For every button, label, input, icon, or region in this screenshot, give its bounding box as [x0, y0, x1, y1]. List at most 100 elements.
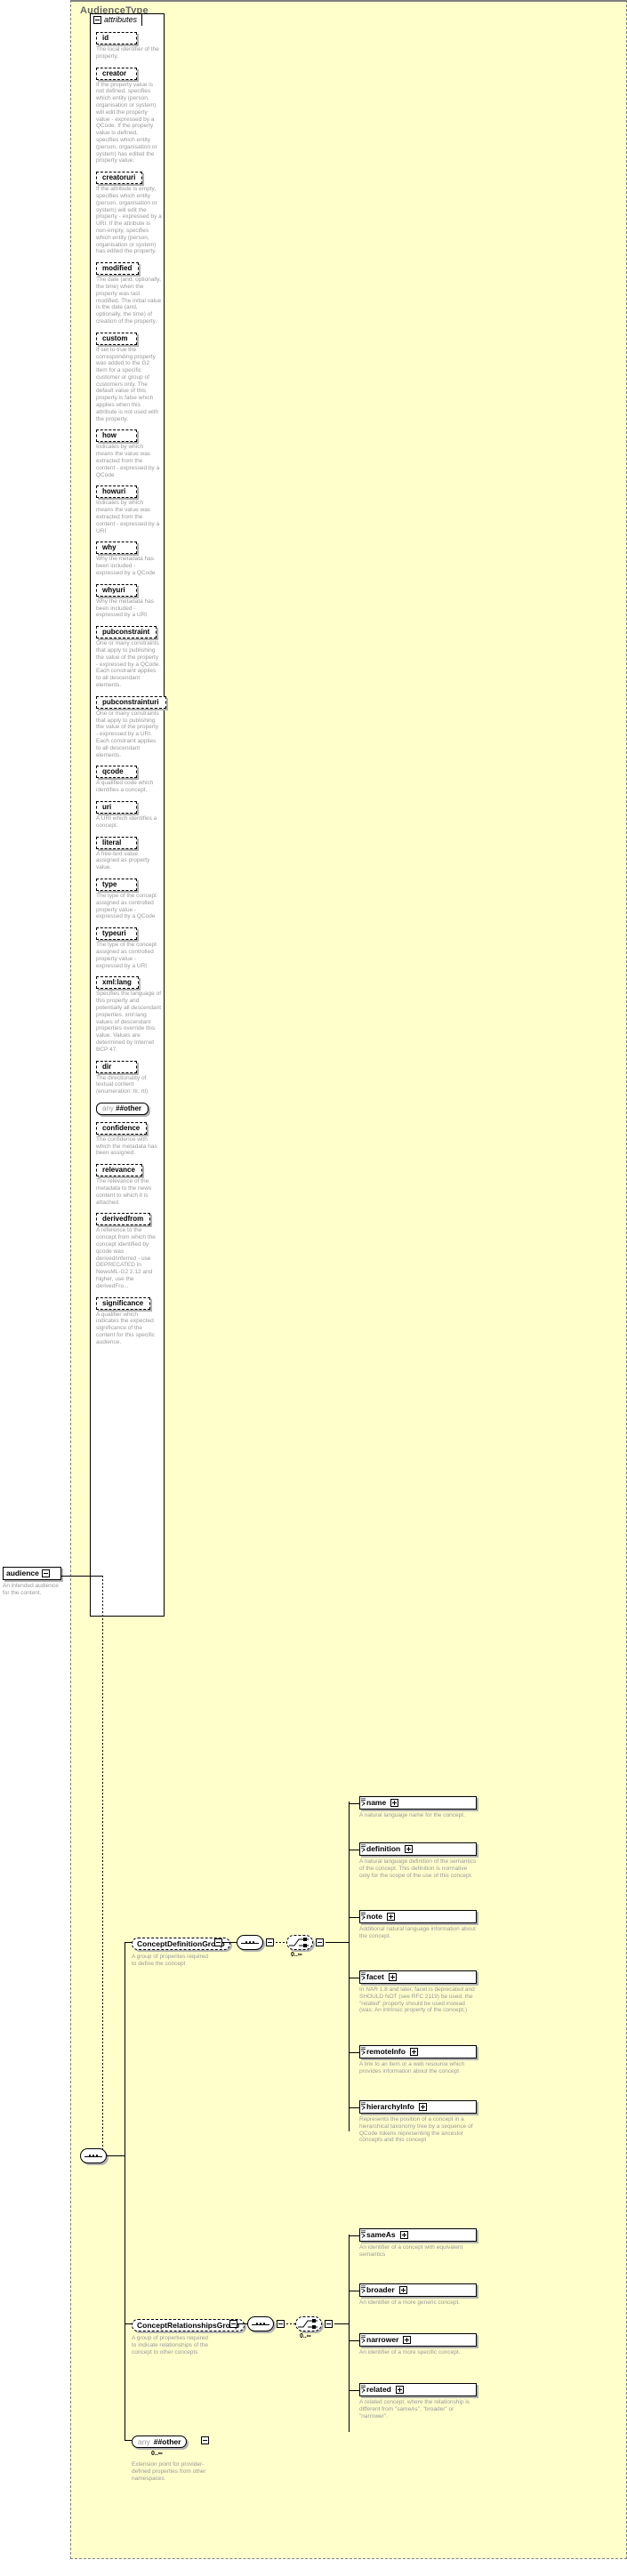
- element-label: definition: [366, 1844, 400, 1854]
- conceptrelationshipsgroup-description: A group of properties required to indica…: [132, 2335, 208, 2355]
- attribute-chip[interactable]: id: [96, 32, 137, 44]
- attribute-item: whyWhy the metadata has been included - …: [96, 538, 164, 576]
- connector-to-any-extension: [125, 2440, 132, 2441]
- expand-plus-icon[interactable]: [405, 1845, 413, 1853]
- audience-element-box[interactable]: audience: [3, 1567, 61, 1580]
- attribute-chip[interactable]: confidence: [96, 1122, 147, 1135]
- element-box[interactable]: ↗broader: [359, 2283, 477, 2297]
- attribute-chip[interactable]: significance: [96, 1297, 150, 1310]
- any-extension-chip[interactable]: any ##other: [132, 2436, 187, 2448]
- attribute-chip[interactable]: derivedfrom: [96, 1213, 150, 1225]
- expand-plus-icon[interactable]: [419, 2103, 427, 2111]
- reference-arrow-icon: ↗: [361, 2291, 366, 2295]
- crg-choice-compositor[interactable]: [295, 2316, 322, 2331]
- element-definition[interactable]: ↗definitionA natural language definition…: [359, 1842, 477, 1879]
- attribute-chip[interactable]: how: [96, 429, 137, 442]
- cdg-choice-occurs-label: 0..∞: [291, 1952, 302, 1958]
- element-related[interactable]: ↗related A related concept, where the rel…: [359, 2383, 477, 2420]
- conceptrelationshipsgroup-chip[interactable]: ConceptRelationshipsGroup: [132, 2319, 245, 2331]
- element-label: remoteInfo: [366, 2047, 406, 2057]
- root-sequence-compositor[interactable]: [80, 2148, 107, 2163]
- cdg-choice-compositor[interactable]: [286, 1935, 313, 1950]
- crg-choice-collapse-icon[interactable]: [325, 2320, 333, 2328]
- attribute-chip[interactable]: why: [96, 542, 137, 554]
- element-box[interactable]: ↗sameAs: [359, 2228, 477, 2242]
- element-description: A related concept, where the relationshi…: [359, 2399, 477, 2420]
- attribute-chip[interactable]: howuri: [96, 486, 137, 498]
- element-box[interactable]: ↗note: [359, 1910, 477, 1923]
- element-broader[interactable]: ↗broader An identifier of a more generic …: [359, 2283, 477, 2307]
- attribute-description: The date (and, optionally, the time) whe…: [96, 277, 162, 325]
- expand-plus-icon[interactable]: [387, 1913, 395, 1921]
- element-description: An identifier of a more generic concept.: [359, 2299, 477, 2307]
- attribute-item: typeuriThe type of the concept assigned …: [96, 924, 164, 969]
- attributes-label: attributes: [104, 16, 137, 24]
- choice-icon: [287, 1936, 312, 1949]
- expand-plus-icon[interactable]: [403, 2336, 411, 2344]
- element-narrower[interactable]: ↗narrowerAn identifier of a more specifi…: [359, 2333, 477, 2356]
- attribute-chip[interactable]: whyuri: [96, 584, 137, 597]
- element-box[interactable]: ↗hierarchyInfo: [359, 2100, 477, 2114]
- element-remoteinfo[interactable]: ↗remoteInfoA link to an item or a web re…: [359, 2045, 477, 2075]
- attribute-chip[interactable]: qcode: [96, 766, 137, 778]
- element-hierarchyinfo[interactable]: ↗hierarchyInfoRepresents the position of…: [359, 2100, 477, 2144]
- element-box[interactable]: ↗name: [359, 1796, 477, 1810]
- attribute-chip[interactable]: uri: [96, 801, 137, 814]
- any-keyword-label: any: [102, 1104, 114, 1112]
- attribute-description: A free-text value assigned as property v…: [96, 851, 162, 871]
- cdg-choice-collapse-icon[interactable]: [316, 1938, 324, 1946]
- attribute-chip[interactable]: creator: [96, 68, 137, 80]
- element-box[interactable]: ↗definition: [359, 1842, 477, 1856]
- attribute-chip[interactable]: pubconstraint: [96, 626, 157, 638]
- content-spine-vertical: [102, 1576, 103, 2156]
- attribute-chip[interactable]: creatoruri: [96, 172, 142, 184]
- attribute-chip[interactable]: modified: [96, 262, 139, 275]
- any-extension-node[interactable]: any ##other 0..∞ Extension point for pro…: [132, 2433, 217, 2482]
- attribute-description: Why the metadata has been included - exp…: [96, 598, 162, 619]
- attributes-header[interactable]: attributes: [90, 13, 142, 26]
- connector-stub: [349, 1803, 359, 1804]
- attribute-description: If the attribute is empty, specifies whi…: [96, 186, 162, 255]
- expand-plus-icon[interactable]: [390, 1799, 398, 1807]
- expand-plus-icon[interactable]: [389, 1973, 397, 1981]
- collapse-minus-icon[interactable]: [93, 16, 101, 24]
- element-name[interactable]: ↗nameA natural language name for the con…: [359, 1796, 477, 1819]
- crg-sequence-compositor[interactable]: [247, 2316, 274, 2331]
- cdg-sequence-compositor[interactable]: [237, 1935, 263, 1950]
- attribute-chip[interactable]: literal: [96, 837, 137, 849]
- connector-crg-seq-to-choice: [286, 2323, 295, 2324]
- root-element-audience[interactable]: audience An intended audience for the co…: [3, 1567, 61, 1597]
- attribute-chip[interactable]: relevance: [96, 1164, 142, 1176]
- element-facet[interactable]: ↗facetIn NAR 1.8 and later, facet is dep…: [359, 1970, 477, 2014]
- attribute-chip[interactable]: xml:lang: [96, 976, 139, 989]
- element-box[interactable]: ↗remoteInfo: [359, 2045, 477, 2058]
- attribute-any-chip[interactable]: any ##other: [96, 1103, 149, 1115]
- expand-plus-icon[interactable]: [400, 2231, 408, 2239]
- element-note[interactable]: ↗noteAdditional natural language informa…: [359, 1910, 477, 1940]
- element-label: hierarchyInfo: [366, 2102, 414, 2112]
- element-sameas[interactable]: ↗sameAsAn identifier of a concept with e…: [359, 2228, 477, 2259]
- expand-plus-icon[interactable]: [410, 2048, 418, 2056]
- audience-collapse-icon[interactable]: [42, 1569, 50, 1577]
- group-conceptdefinitiongroup[interactable]: ConceptDefinitionGroup A group of proper…: [132, 1935, 230, 1968]
- cdg-sequence-collapse-icon[interactable]: [266, 1938, 274, 1946]
- expand-plus-icon[interactable]: [399, 2286, 407, 2294]
- element-box[interactable]: ↗facet: [359, 1970, 477, 1984]
- any-extension-collapse-icon[interactable]: [201, 2436, 209, 2444]
- crg-choice-occurs-label: 0..∞: [300, 2333, 311, 2339]
- attribute-chip[interactable]: typeuri: [96, 927, 137, 940]
- crg-sequence-collapse-icon[interactable]: [277, 2320, 285, 2328]
- element-box[interactable]: ↗related: [359, 2383, 477, 2396]
- conceptdefinitiongroup-collapse-icon[interactable]: [214, 1938, 222, 1946]
- attribute-chip[interactable]: type: [96, 879, 137, 891]
- attribute-chip[interactable]: custom: [96, 333, 137, 345]
- connector-audience-to-spine: [61, 1576, 102, 1577]
- connector-stub: [349, 1917, 359, 1918]
- attribute-chip[interactable]: pubconstrainturi: [96, 696, 166, 709]
- audience-element-description: An intended audience for the content.: [3, 1583, 61, 1597]
- attribute-description: If set to true the corresponding propert…: [96, 347, 162, 423]
- element-box[interactable]: ↗narrower: [359, 2333, 477, 2347]
- group-conceptrelationshipsgroup[interactable]: ConceptRelationshipsGroup A group of pro…: [132, 2316, 245, 2355]
- expand-plus-icon[interactable]: [396, 2386, 404, 2394]
- attribute-chip[interactable]: dir: [96, 1061, 137, 1073]
